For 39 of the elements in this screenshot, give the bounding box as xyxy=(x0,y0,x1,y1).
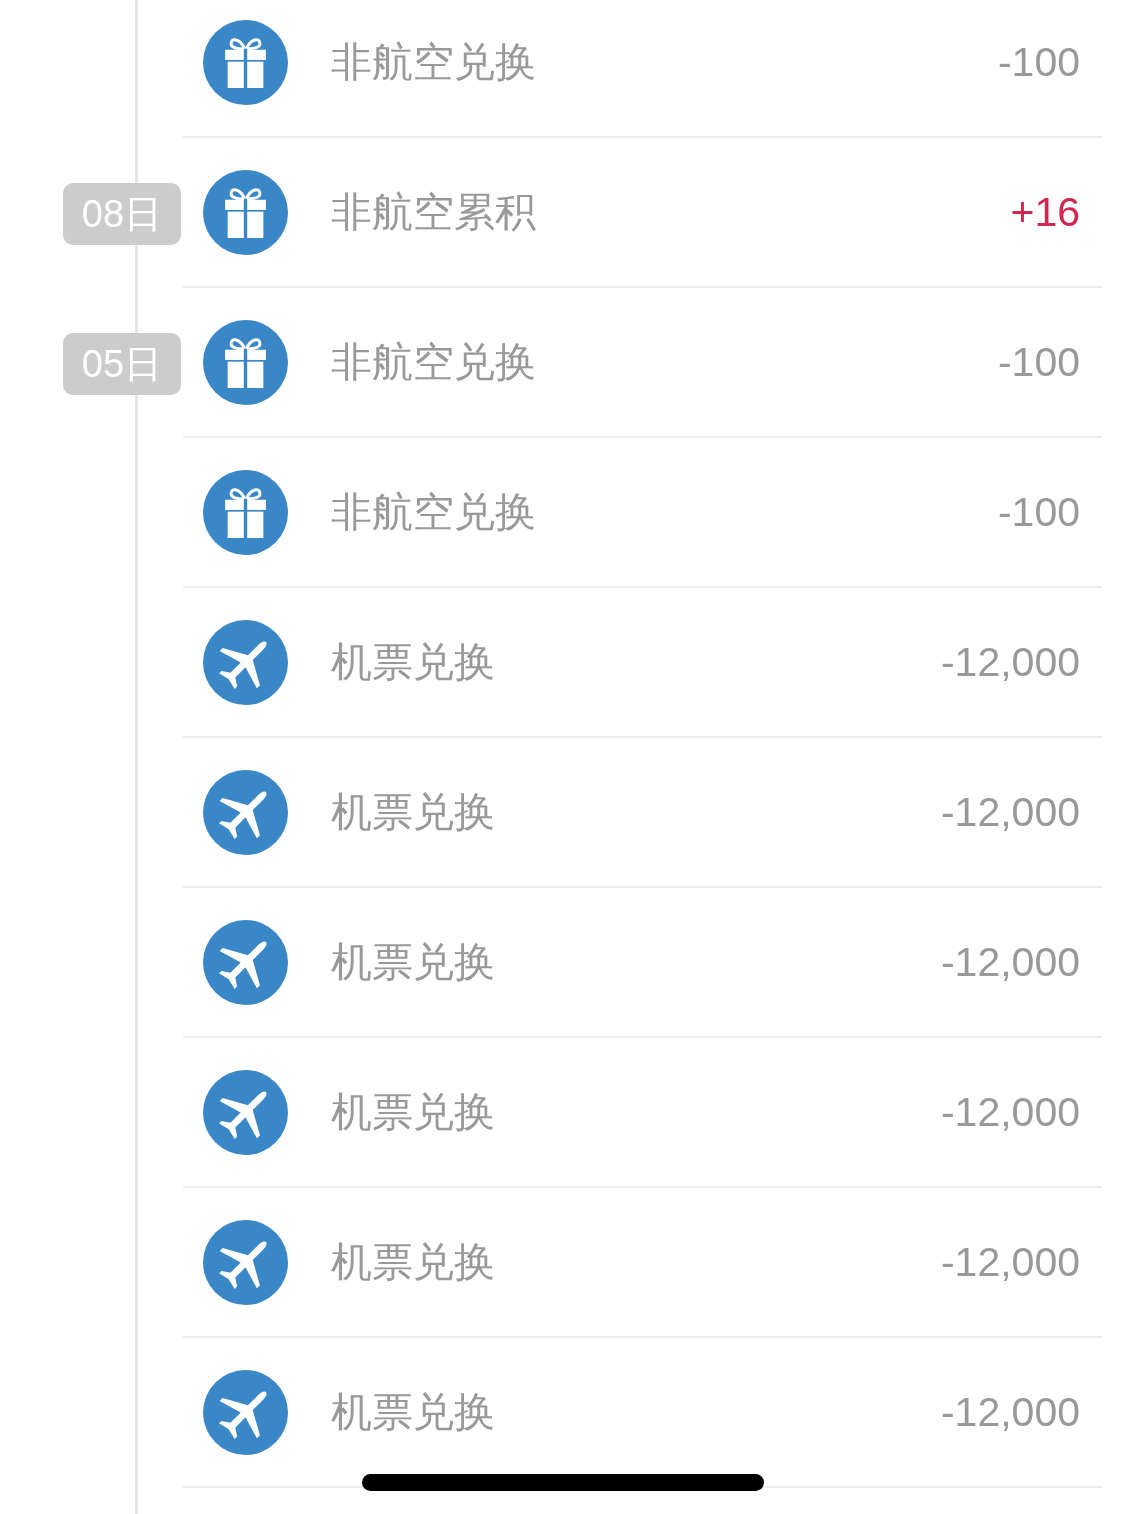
gift-icon xyxy=(203,19,288,105)
points-amount: -100 xyxy=(997,338,1080,386)
gift-icon xyxy=(203,469,288,555)
points-amount: -12,000 xyxy=(940,1388,1080,1436)
record-title: 机票兑换 xyxy=(331,937,496,987)
record-row[interactable]: 非航空兑换 -100 xyxy=(183,0,1102,138)
points-amount: -12,000 xyxy=(940,1238,1080,1286)
gift-icon xyxy=(203,169,288,255)
record-title: 机票兑换 xyxy=(331,1387,496,1437)
points-amount: -100 xyxy=(997,488,1080,536)
points-amount: -100 xyxy=(997,38,1080,86)
airplane-icon xyxy=(203,1219,288,1305)
record-row[interactable]: 非航空兑换 -100 xyxy=(183,288,1102,438)
record-row[interactable]: 机票兑换 -12,000 xyxy=(183,738,1102,888)
record-row[interactable]: 机票兑换 -12,000 xyxy=(183,888,1102,1038)
points-amount: +16 xyxy=(1010,188,1080,236)
airplane-icon xyxy=(203,769,288,855)
points-amount: -12,000 xyxy=(940,788,1080,836)
record-title: 机票兑换 xyxy=(331,787,496,837)
airplane-icon xyxy=(203,919,288,1005)
record-title: 非航空兑换 xyxy=(331,487,537,537)
record-row[interactable]: 非航空累积 +16 xyxy=(183,138,1102,288)
record-title: 机票兑换 xyxy=(331,1237,496,1287)
record-title: 机票兑换 xyxy=(331,1087,496,1137)
record-row[interactable]: 机票兑换 -12,000 xyxy=(183,1038,1102,1188)
record-row[interactable]: 机票兑换 -12,000 xyxy=(183,1188,1102,1338)
record-row[interactable]: 机票兑换 -12,000 xyxy=(183,588,1102,738)
record-title: 非航空兑换 xyxy=(331,337,537,387)
record-row[interactable]: 非航空兑换 -100 xyxy=(183,438,1102,588)
record-title: 非航空累积 xyxy=(331,187,537,237)
points-amount: -12,000 xyxy=(940,638,1080,686)
airplane-icon xyxy=(203,1069,288,1155)
gift-icon xyxy=(203,319,288,405)
points-amount: -12,000 xyxy=(940,1088,1080,1136)
airplane-icon xyxy=(203,619,288,705)
points-amount: -12,000 xyxy=(940,938,1080,986)
record-title: 机票兑换 xyxy=(331,637,496,687)
record-title: 非航空兑换 xyxy=(331,37,537,87)
airplane-icon xyxy=(203,1369,288,1455)
